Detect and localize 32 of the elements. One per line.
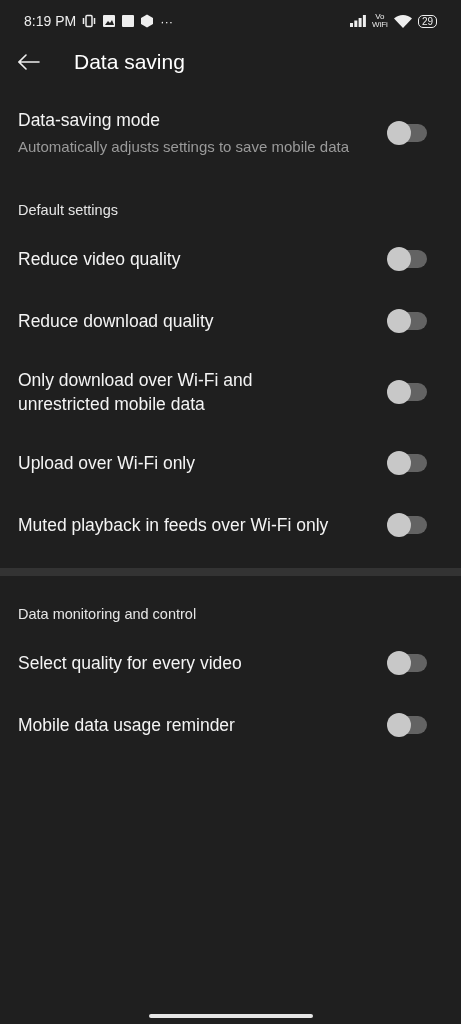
toggle-switch[interactable] bbox=[389, 383, 427, 401]
vowifi-label: Vo bbox=[375, 13, 385, 21]
setting-title: Only download over Wi-Fi and unrestricted mobile data bbox=[18, 369, 254, 416]
setting-title: Mobile data usage reminder bbox=[18, 714, 236, 737]
battery-level: 29 bbox=[417, 14, 437, 28]
page-title: Data saving bbox=[74, 50, 185, 74]
signal-icon bbox=[349, 15, 366, 27]
toggle-switch[interactable] bbox=[389, 124, 427, 142]
setting-description: Automatically adjusts settings to save mobile data bbox=[18, 137, 350, 157]
setting-title: Reduce video quality bbox=[18, 248, 182, 271]
setting-title: Select quality for every video bbox=[18, 652, 243, 675]
toggle-switch[interactable] bbox=[389, 654, 427, 672]
toggle-switch[interactable] bbox=[389, 516, 427, 534]
setting-title: Muted playback in feeds over Wi-Fi only bbox=[18, 514, 330, 537]
section-header: Default settings bbox=[17, 202, 119, 218]
toggle-switch[interactable] bbox=[389, 716, 427, 734]
vowifi-label: WiFi bbox=[371, 21, 388, 29]
toggle-switch[interactable] bbox=[389, 454, 427, 472]
clock-time: 8:19 PM bbox=[24, 14, 77, 28]
setting-title: Reduce download quality bbox=[18, 310, 215, 333]
toggle-switch[interactable] bbox=[389, 312, 427, 330]
back-arrow-icon bbox=[18, 54, 40, 70]
setting-title: Data-saving mode bbox=[18, 109, 162, 132]
toggle-switch[interactable] bbox=[389, 250, 427, 268]
wifi-icon bbox=[393, 14, 412, 28]
image-icon bbox=[102, 14, 117, 28]
hexagon-icon bbox=[140, 14, 155, 28]
setting-title: Upload over Wi-Fi only bbox=[18, 452, 196, 475]
section-header: Data monitoring and control bbox=[17, 606, 198, 622]
more-notifications: ··· bbox=[160, 14, 174, 28]
vibrate-icon bbox=[82, 14, 97, 28]
square-icon bbox=[122, 15, 135, 27]
